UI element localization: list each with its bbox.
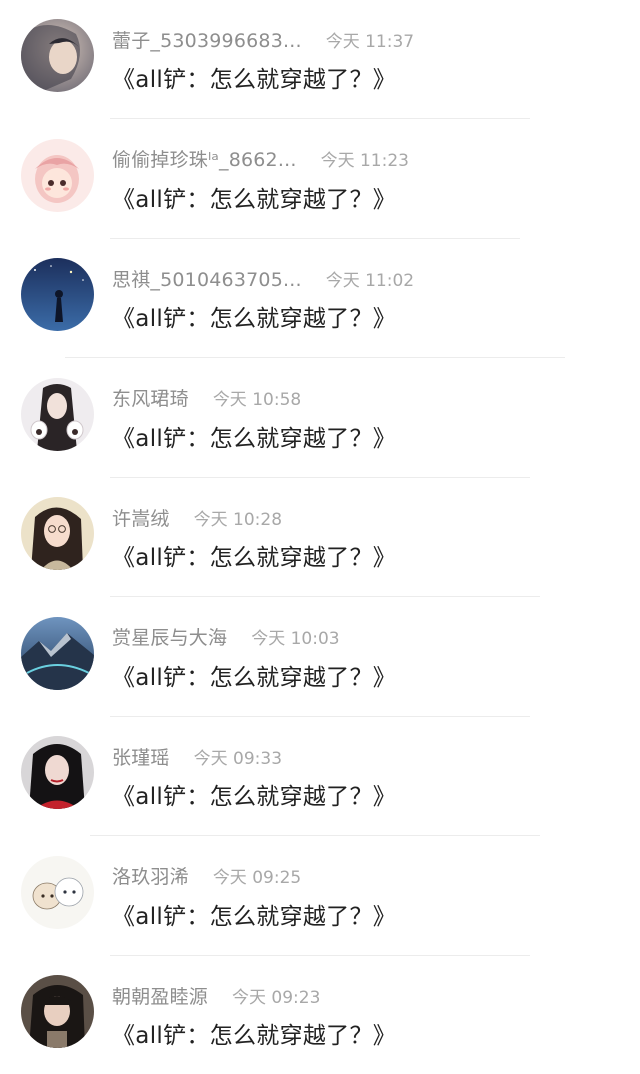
comment-text: 《all铲：怎么就穿越了？》 <box>112 67 397 93</box>
timestamp: 今天 11:37 <box>325 31 415 52</box>
comment-item[interactable]: 朝朝盈睦源 今天 09:23 《all铲：怎么就穿越了？》 <box>0 956 640 1074</box>
comment-text: 《all铲：怎么就穿越了？》 <box>112 1023 397 1049</box>
avatar[interactable] <box>21 377 94 451</box>
username[interactable]: 思祺_5010463705... <box>112 265 302 292</box>
comment-text: 《all铲：怎么就穿越了？》 <box>112 903 397 930</box>
timestamp: 今天 10:28 <box>193 509 283 530</box>
username[interactable]: 赏星辰与大海 <box>112 623 227 650</box>
comment-item[interactable]: 偷偷掉珍珠ˡᵃ_8662... 今天 11:23 《all铲：怎么就穿越了？》 <box>0 120 640 240</box>
username[interactable]: 洛玖羽浠 <box>112 862 189 889</box>
timestamp: 今天 09:25 <box>212 868 302 888</box>
username[interactable]: 许嵩绒 <box>112 504 170 531</box>
comment-item[interactable]: 赏星辰与大海 今天 10:03 《all铲：怎么就穿越了？》 <box>0 598 640 718</box>
timestamp: 今天 09:33 <box>193 748 283 769</box>
avatar[interactable] <box>21 138 94 212</box>
comment-text: 《all铲：怎么就穿越了？》 <box>112 306 397 332</box>
timestamp: 今天 10:03 <box>251 629 340 649</box>
timestamp: 今天 11:23 <box>320 151 409 171</box>
comment-item[interactable]: 张瑾瑶 今天 09:33 《all铲：怎么就穿越了？》 <box>0 717 640 837</box>
avatar[interactable] <box>21 975 94 1048</box>
username[interactable]: 蕾子_5303996683... <box>112 26 302 53</box>
comment-item[interactable]: 东风珺琦 今天 10:58 《all铲：怎么就穿越了？》 <box>0 359 640 479</box>
username[interactable]: 张瑾瑶 <box>112 743 170 770</box>
comment-item[interactable]: 洛玖羽浠 今天 09:25 《all铲：怎么就穿越了？》 <box>0 837 640 957</box>
timestamp: 今天 09:23 <box>232 987 321 1008</box>
username[interactable]: 东风珺琦 <box>112 384 189 411</box>
comment-text: 《all铲：怎么就穿越了？》 <box>112 664 397 691</box>
username[interactable]: 偷偷掉珍珠ˡᵃ_8662... <box>112 145 297 172</box>
avatar[interactable] <box>21 258 94 331</box>
comment-text: 《all铲：怎么就穿越了？》 <box>112 545 397 571</box>
avatar[interactable] <box>21 497 94 570</box>
avatar[interactable] <box>21 855 94 929</box>
comment-text: 《all铲：怎么就穿越了？》 <box>112 425 397 452</box>
avatar[interactable] <box>21 616 94 690</box>
comment-item[interactable]: 蕾子_5303996683... 今天 11:37 《all铲：怎么就穿越了？》 <box>0 0 640 120</box>
comment-text: 《all铲：怎么就穿越了？》 <box>112 186 397 213</box>
timestamp: 今天 11:02 <box>325 270 415 291</box>
comment-text: 《all铲：怎么就穿越了？》 <box>112 784 397 810</box>
comment-item[interactable]: 许嵩绒 今天 10:28 《all铲：怎么就穿越了？》 <box>0 478 640 598</box>
comment-list: 蕾子_5303996683... 今天 11:37 《all铲：怎么就穿越了？》… <box>0 0 640 1074</box>
timestamp: 今天 10:58 <box>212 390 302 410</box>
avatar[interactable] <box>21 736 94 809</box>
avatar[interactable] <box>21 19 94 92</box>
comment-item[interactable]: 思祺_5010463705... 今天 11:02 《all铲：怎么就穿越了？》 <box>0 239 640 359</box>
username[interactable]: 朝朝盈睦源 <box>112 982 208 1009</box>
